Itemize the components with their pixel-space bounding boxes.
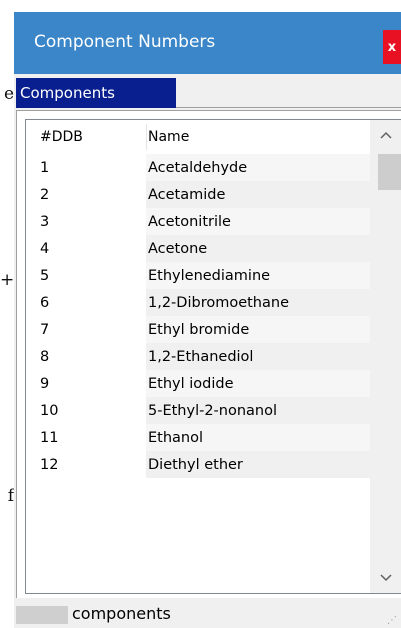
component-name-cell: 1,2-Dibromoethane	[148, 294, 289, 311]
component-name-cell: 5-Ethyl-2-nonanol	[148, 402, 278, 419]
component-numbers-window: Component Numbers x Components #DDB Name…	[14, 12, 401, 628]
components-panel: #DDB Name 1 Acetaldehyde 2 Acetamide 3 Aceton…	[16, 110, 401, 598]
chevron-up-icon[interactable]	[370, 120, 401, 150]
table-row[interactable]: 1 Acetaldehyde	[26, 154, 371, 181]
background-fragment: f	[7, 486, 14, 506]
chevron-down-icon[interactable]	[370, 563, 401, 593]
table-row[interactable]: 10 5-Ethyl-2-nonanol	[26, 397, 371, 424]
list-header: #DDB Name	[26, 120, 371, 154]
table-row[interactable]: 5 Ethylenediamine	[26, 262, 371, 289]
list-rows: 1 Acetaldehyde 2 Acetamide 3 Acetonitrile 4 Ace…	[26, 154, 371, 478]
title-bar[interactable]: Component Numbers x	[14, 12, 401, 74]
ddb-number-cell: 12	[40, 456, 59, 473]
background-fragment: +	[0, 270, 14, 290]
component-name-cell: Ethyl bromide	[148, 321, 250, 338]
ddb-number-cell: 10	[40, 402, 59, 419]
table-row[interactable]: 4 Acetone	[26, 235, 371, 262]
component-name-cell: Acetone	[148, 240, 208, 257]
tab-divider	[176, 107, 401, 108]
resize-grip-icon[interactable]: ⋰	[387, 615, 397, 626]
table-row[interactable]: 12 Diethyl ether	[26, 451, 371, 478]
component-name-cell: Acetonitrile	[148, 213, 231, 230]
vertical-scrollbar[interactable]	[370, 120, 401, 593]
scrollbar-thumb[interactable]	[378, 154, 401, 190]
column-divider[interactable]	[146, 124, 147, 150]
component-name-cell: Ethanol	[148, 429, 204, 446]
ddb-number-cell: 11	[40, 429, 59, 446]
ddb-number-cell: 1	[40, 159, 50, 176]
component-name-cell: 1,2-Ethanediol	[148, 348, 254, 365]
component-name-cell: Acetaldehyde	[148, 159, 248, 176]
status-count-redacted	[16, 606, 68, 624]
tab-components[interactable]: Components	[16, 78, 176, 108]
table-row[interactable]: 8 1,2-Ethanediol	[26, 343, 371, 370]
table-row[interactable]: 6 1,2-Dibromoethane	[26, 289, 371, 316]
column-header-ddb[interactable]: #DDB	[40, 120, 83, 154]
component-name-cell: Acetamide	[148, 186, 226, 203]
ddb-number-cell: 4	[40, 240, 50, 257]
ddb-number-cell: 9	[40, 375, 50, 392]
status-bar: components ⋰	[14, 598, 401, 628]
ddb-number-cell: 7	[40, 321, 50, 338]
close-button[interactable]: x	[383, 30, 401, 64]
ddb-number-cell: 2	[40, 186, 50, 203]
tab-strip: Components	[14, 74, 401, 110]
table-row[interactable]: 9 Ethyl iodide	[26, 370, 371, 397]
window-title: Component Numbers	[34, 32, 216, 52]
background-fragment: e	[3, 84, 14, 104]
ddb-number-cell: 5	[40, 267, 50, 284]
component-name-cell: Ethyl iodide	[148, 375, 234, 392]
table-row[interactable]: 7 Ethyl bromide	[26, 316, 371, 343]
component-name-cell: Ethylenediamine	[148, 267, 271, 284]
status-text: components	[72, 604, 171, 623]
components-list[interactable]: #DDB Name 1 Acetaldehyde 2 Acetamide 3 Aceton…	[25, 119, 401, 594]
component-name-cell: Diethyl ether	[148, 456, 243, 473]
column-header-name[interactable]: Name	[148, 120, 189, 154]
table-row[interactable]: 11 Ethanol	[26, 424, 371, 451]
ddb-number-cell: 8	[40, 348, 50, 365]
ddb-number-cell: 6	[40, 294, 50, 311]
ddb-number-cell: 3	[40, 213, 50, 230]
table-row[interactable]: 2 Acetamide	[26, 181, 371, 208]
table-row[interactable]: 3 Acetonitrile	[26, 208, 371, 235]
